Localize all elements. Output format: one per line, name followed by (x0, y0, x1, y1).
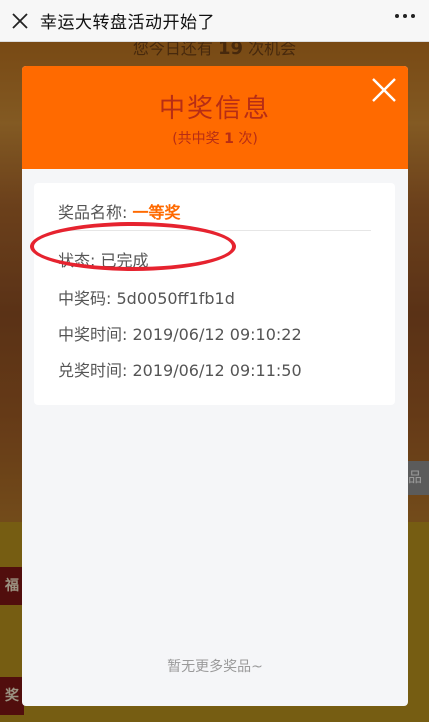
more-icon[interactable] (395, 14, 415, 18)
page-title: 幸运大转盘活动开始了 (40, 13, 215, 33)
prize-count-subtitle: (共中奖 1 次) (172, 131, 258, 147)
redeem-time-row: 兑奖时间: 2019/06/12 09:11:50 (58, 357, 302, 381)
prize-name-label: 奖品名称: (58, 203, 128, 222)
win-time-value: 2019/06/12 09:10:22 (132, 325, 302, 344)
redeem-time-value: 2019/06/12 09:11:50 (132, 361, 302, 380)
close-icon[interactable] (0, 0, 40, 42)
top-nav-bar: 幸运大转盘活动开始了 (0, 0, 429, 42)
prize-code-row: 中奖码: 5d0050ff1fb1d (58, 285, 235, 309)
win-time-row: 中奖时间: 2019/06/12 09:10:22 (58, 321, 302, 345)
win-time-label: 中奖时间: (58, 325, 128, 344)
modal-close-icon[interactable] (370, 76, 398, 104)
prize-info-modal: 中奖信息 (共中奖 1 次) 奖品名称: 一等奖 状态: 已完成 中奖码: 5d… (22, 66, 408, 706)
annotation-circle (30, 222, 236, 271)
prize-code-label: 中奖码: (58, 289, 112, 308)
prize-name-value: 一等奖 (132, 203, 181, 222)
modal-header: 中奖信息 (共中奖 1 次) (22, 66, 408, 169)
prize-code-value: 5d0050ff1fb1d (116, 289, 235, 308)
modal-title: 中奖信息 (158, 94, 271, 124)
no-more-prizes-text: 暂无更多奖品~ (167, 659, 263, 675)
prize-card: 奖品名称: 一等奖 状态: 已完成 中奖码: 5d0050ff1fb1d 中奖时… (34, 183, 395, 405)
prize-name-row: 奖品名称: 一等奖 (58, 199, 181, 223)
redeem-time-label: 兑奖时间: (58, 361, 128, 380)
